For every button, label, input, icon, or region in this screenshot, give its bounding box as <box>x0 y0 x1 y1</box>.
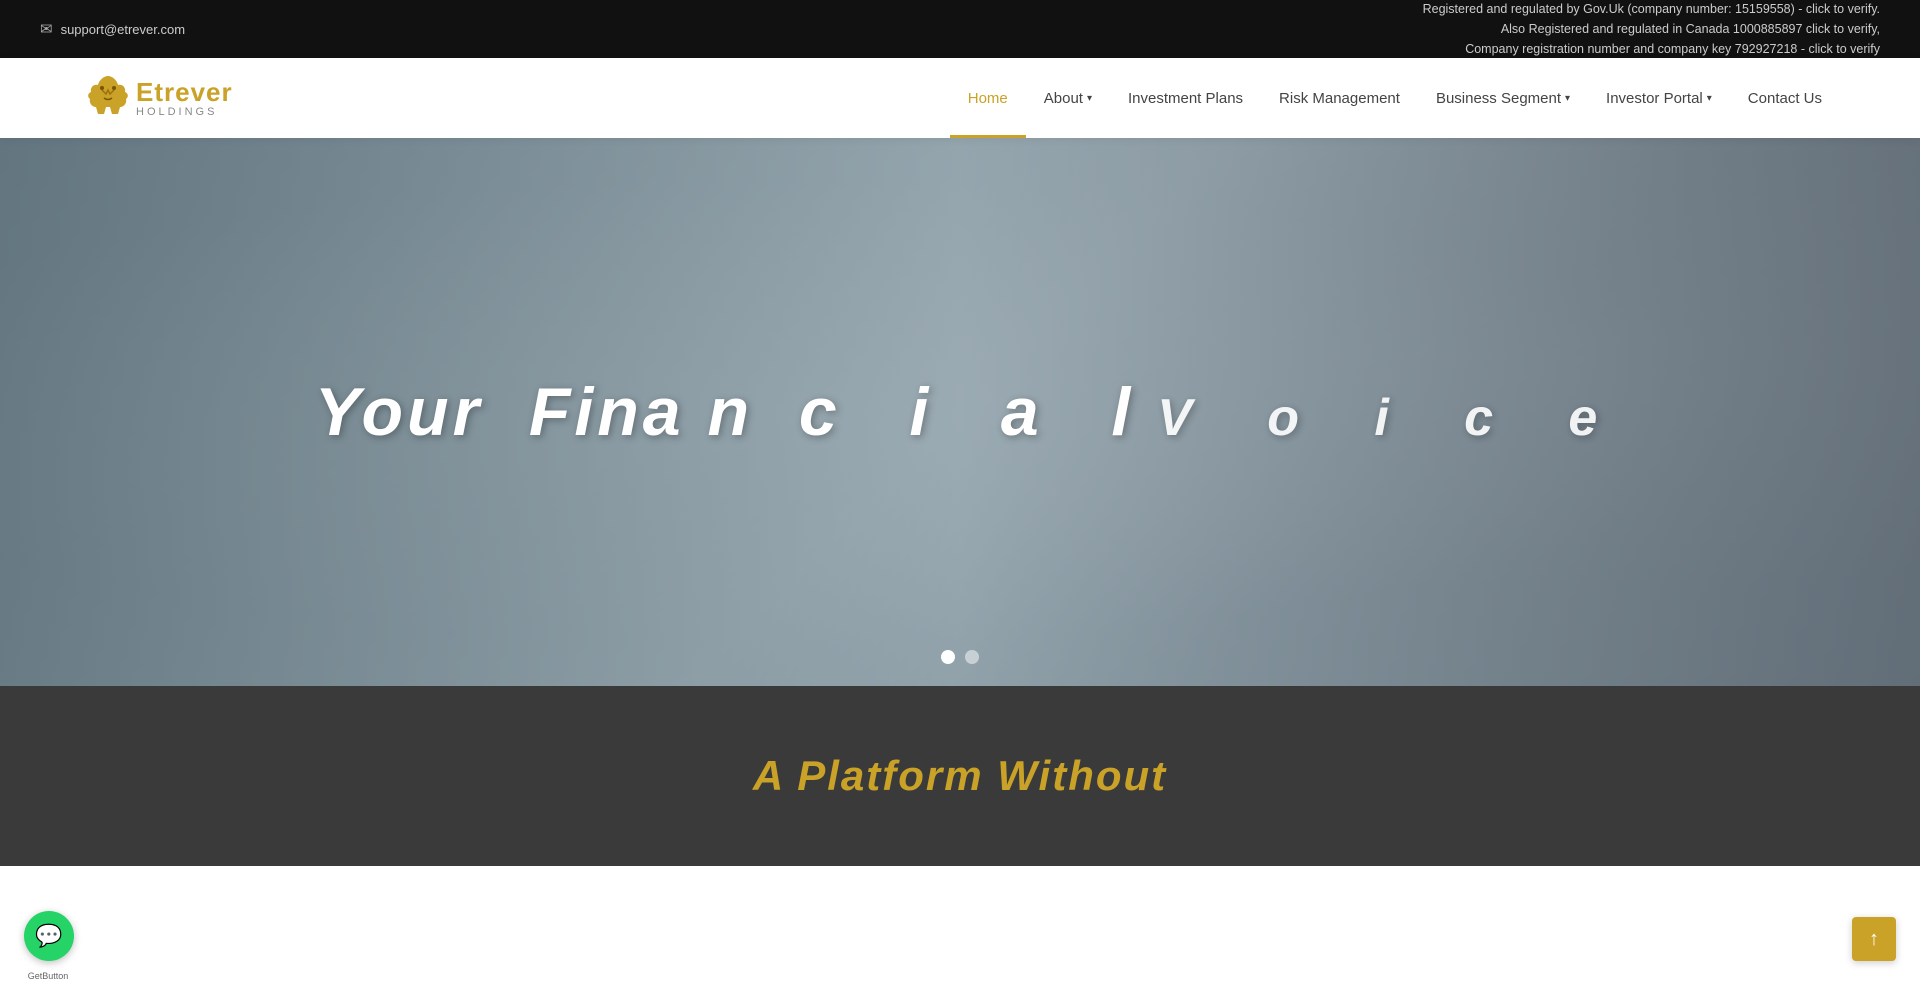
whatsapp-icon: 💬 <box>35 923 62 949</box>
nav-contact-us[interactable]: Contact Us <box>1730 58 1840 138</box>
below-hero-title: A Platform Without <box>753 752 1167 800</box>
logo[interactable]: Etrever Holdings <box>80 70 233 126</box>
main-nav: Home About ▾ Investment Plans Risk Manag… <box>950 58 1840 138</box>
nav-business-segment[interactable]: Business Segment ▾ <box>1418 58 1588 138</box>
nav-investor-label: Investor Portal <box>1606 90 1703 107</box>
mail-icon: ✉ <box>40 20 53 38</box>
hero-section: Your Fina n c i a l V o i c e <box>0 138 1920 686</box>
logo-name: Etrever <box>136 78 233 107</box>
nav-about-label: About <box>1044 90 1083 107</box>
hero-animated-text: Your Fina n c i a l V o i c e <box>0 368 1920 456</box>
reg-line-2: Also Registered and regulated in Canada … <box>1423 19 1880 39</box>
about-chevron-icon: ▾ <box>1087 93 1092 104</box>
nav-home[interactable]: Home <box>950 58 1026 138</box>
logo-text: Etrever Holdings <box>136 78 233 119</box>
nav-investor-portal[interactable]: Investor Portal ▾ <box>1588 58 1730 138</box>
nav-contact-label: Contact Us <box>1748 90 1822 107</box>
header: Etrever Holdings Home About ▾ Investment… <box>0 58 1920 138</box>
chevron-up-icon: ↑ <box>1869 928 1879 951</box>
nav-home-label: Home <box>968 90 1008 107</box>
top-bar-email[interactable]: ✉ support@etrever.com <box>40 20 185 38</box>
slider-dot-2[interactable] <box>965 650 979 664</box>
nav-investment-plans[interactable]: Investment Plans <box>1110 58 1261 138</box>
nav-investment-label: Investment Plans <box>1128 90 1243 107</box>
logo-icon <box>80 70 136 126</box>
below-hero-section: A Platform Without <box>0 686 1920 866</box>
top-bar: ✉ support@etrever.com Registered and reg… <box>0 0 1920 58</box>
nav-business-label: Business Segment <box>1436 90 1561 107</box>
nav-risk-management[interactable]: Risk Management <box>1261 58 1418 138</box>
investor-chevron-icon: ▾ <box>1707 93 1712 104</box>
hero-content: Your Fina n c i a l V o i c e <box>0 368 1920 456</box>
top-bar-reg-info[interactable]: Registered and regulated by Gov.Uk (comp… <box>1423 0 1880 59</box>
whatsapp-label: GetButton <box>10 971 86 981</box>
whatsapp-button[interactable]: 💬 <box>24 911 74 961</box>
slider-dots <box>941 650 979 664</box>
scroll-to-top-button[interactable]: ↑ <box>1852 917 1896 961</box>
reg-line-1: Registered and regulated by Gov.Uk (comp… <box>1423 0 1880 19</box>
hero-line-1: Your Fina n c i a l <box>315 368 1135 456</box>
hero-line-2: V o i c e <box>1157 385 1605 453</box>
reg-line-3: Company registration number and company … <box>1423 39 1880 59</box>
email-text: support@etrever.com <box>61 22 185 37</box>
logo-sub: Holdings <box>136 106 233 118</box>
nav-about[interactable]: About ▾ <box>1026 58 1110 138</box>
slider-dot-1[interactable] <box>941 650 955 664</box>
business-chevron-icon: ▾ <box>1565 93 1570 104</box>
nav-risk-label: Risk Management <box>1279 90 1400 107</box>
